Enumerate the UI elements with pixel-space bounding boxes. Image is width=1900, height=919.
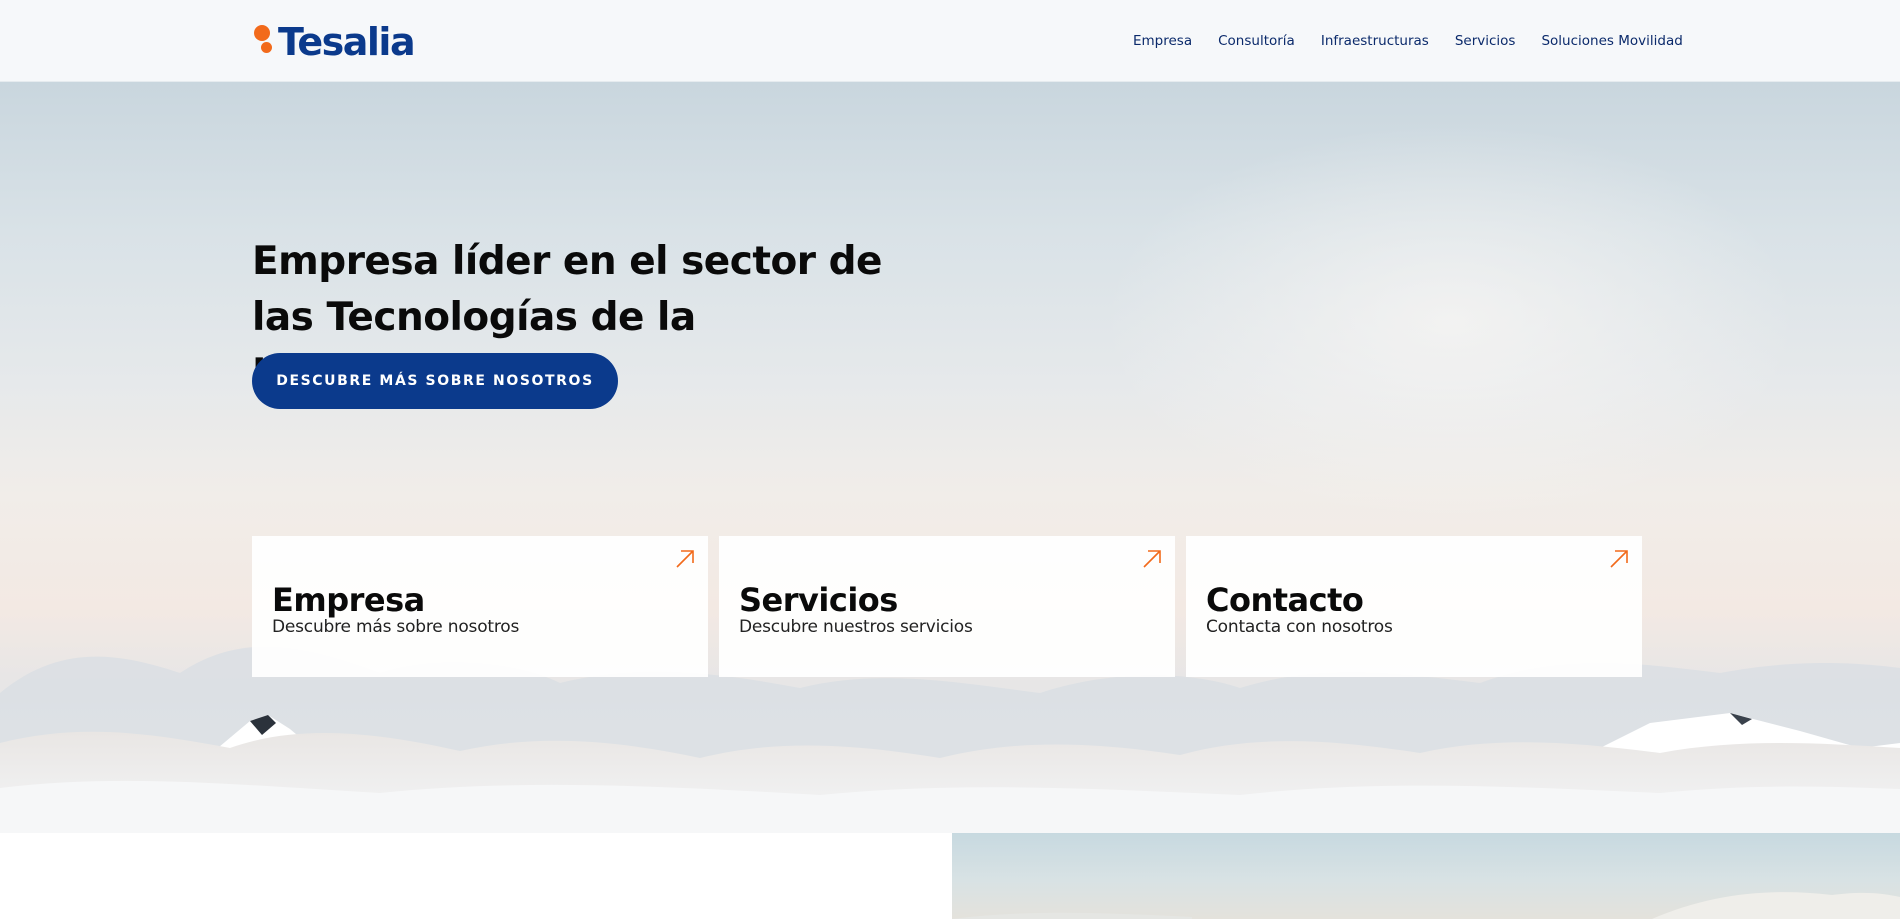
card-empresa[interactable]: Empresa Descubre más sobre nosotros <box>252 536 708 677</box>
discover-more-button[interactable]: DESCUBRE MÁS SOBRE NOSOTROS <box>252 353 618 409</box>
nav-item-infraestructuras[interactable]: Infraestructuras <box>1321 32 1429 50</box>
card-servicios[interactable]: Servicios Descubre nuestros servicios <box>719 536 1175 677</box>
nav-item-consultoria[interactable]: Consultoría <box>1218 32 1295 50</box>
hero-sky-glow <box>1100 122 1800 522</box>
card-title: Empresa <box>272 581 425 619</box>
next-section-blank <box>0 833 952 919</box>
card-contacto[interactable]: Contacto Contacta con nosotros <box>1186 536 1642 677</box>
logo-wordmark: Tesalia <box>278 20 416 64</box>
card-title: Servicios <box>739 581 898 619</box>
card-title: Contacto <box>1206 581 1364 619</box>
arrow-up-right-icon <box>1143 550 1161 568</box>
nav-item-empresa[interactable]: Empresa <box>1133 32 1192 50</box>
arrow-up-right-icon <box>1610 550 1628 568</box>
card-subtitle: Contacta con nosotros <box>1206 617 1393 637</box>
main-nav: Empresa Consultoría Infraestructuras Ser… <box>1133 32 1683 50</box>
landscape-image <box>952 892 1900 919</box>
tesalia-logo[interactable]: Tesalia <box>252 20 416 64</box>
arrow-up-right-icon <box>676 550 694 568</box>
nav-item-soluciones-movilidad[interactable]: Soluciones Movilidad <box>1541 32 1682 50</box>
hero-cards: Empresa Descubre más sobre nosotros Serv… <box>252 536 1642 677</box>
nav-item-servicios[interactable]: Servicios <box>1455 32 1516 50</box>
site-header: Tesalia Empresa Consultoría Infraestruct… <box>0 0 1900 82</box>
next-section-image <box>952 833 1900 919</box>
logo-dots-icon <box>252 22 278 62</box>
hero-section: Empresa líder en el sector de las Tecnol… <box>0 82 1900 833</box>
card-subtitle: Descubre nuestros servicios <box>739 617 973 637</box>
card-subtitle: Descubre más sobre nosotros <box>272 617 520 637</box>
